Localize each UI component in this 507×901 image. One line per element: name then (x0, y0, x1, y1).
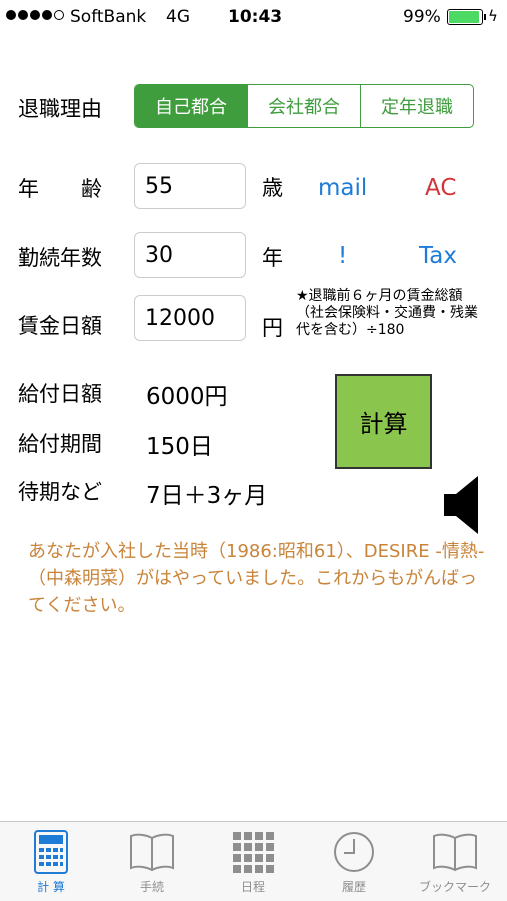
waiting-value: 7日＋3ヶ月 (146, 483, 268, 509)
speaker-icon[interactable] (442, 474, 482, 536)
status-time: 10:43 (228, 7, 283, 27)
reason-segmented-control[interactable]: 自己都合 会社都合 定年退職 (134, 84, 474, 128)
tab-label: 手続 (139, 880, 164, 894)
battery-icon (447, 9, 486, 25)
waiting-label: 待期など (18, 480, 102, 504)
tab-calculate[interactable]: 計 算 (1, 830, 101, 895)
status-bar: SoftBank 4G 10:43 99% ϟ (0, 0, 507, 36)
bookmark-book-icon (433, 833, 477, 872)
tab-label: 計 算 (37, 880, 65, 894)
tab-bookmarks[interactable]: ブックマーク (405, 830, 505, 895)
clock-icon (334, 832, 374, 872)
years-unit: 年 (262, 246, 283, 270)
grid-icon (233, 832, 274, 873)
carrier-name: SoftBank (70, 7, 147, 27)
ac-button[interactable]: AC (425, 175, 456, 201)
reason-option-retirement[interactable]: 定年退職 (360, 85, 473, 127)
reason-label: 退職理由 (18, 97, 102, 121)
book-icon (130, 833, 174, 872)
charging-icon: ϟ (488, 7, 498, 25)
reason-option-self[interactable]: 自己都合 (135, 85, 247, 127)
tab-history[interactable]: 履歴 (304, 830, 404, 895)
age-unit: 歳 (262, 176, 283, 200)
period-label: 給付期間 (18, 432, 102, 456)
trivia-message: あなたが入社した当時（1986:昭和61）、DESIRE -情熱-（中森明菜）が… (28, 541, 485, 616)
calculate-button[interactable]: 計算 (335, 374, 432, 469)
calculator-icon (34, 830, 68, 874)
tab-schedule[interactable]: 日程 (203, 830, 303, 895)
age-input[interactable]: 55 (134, 163, 246, 209)
tab-label: 日程 (240, 880, 265, 894)
wage-input[interactable]: 12000 (134, 295, 246, 341)
years-input[interactable]: 30 (134, 232, 246, 278)
mail-link[interactable]: mail (318, 175, 367, 201)
period-value: 150日 (146, 434, 213, 460)
tab-label: ブックマーク (418, 880, 491, 894)
network-type: 4G (166, 7, 190, 27)
tab-bar: 計 算 手続 日程 履歴 ブックマーク (0, 821, 507, 901)
info-link[interactable]: ! (338, 243, 347, 269)
age-label: 年 齢 (18, 177, 102, 201)
daily-benefit-value: 6000円 (146, 384, 228, 410)
years-label: 勤続年数 (18, 246, 102, 270)
signal-strength-icon (6, 10, 64, 20)
reason-option-company[interactable]: 会社都合 (247, 85, 360, 127)
wage-note: ★退職前６ヶ月の賃金総額（社会保険料・交通費・残業代を含む）÷180 (296, 288, 478, 338)
battery-percent: 99% (403, 7, 441, 27)
tab-procedures[interactable]: 手続 (102, 830, 202, 895)
tab-label: 履歴 (341, 880, 366, 894)
wage-label: 賃金日額 (18, 314, 102, 338)
wage-unit: 円 (262, 316, 283, 340)
tax-link[interactable]: Tax (419, 243, 457, 269)
daily-benefit-label: 給付日額 (18, 382, 102, 406)
